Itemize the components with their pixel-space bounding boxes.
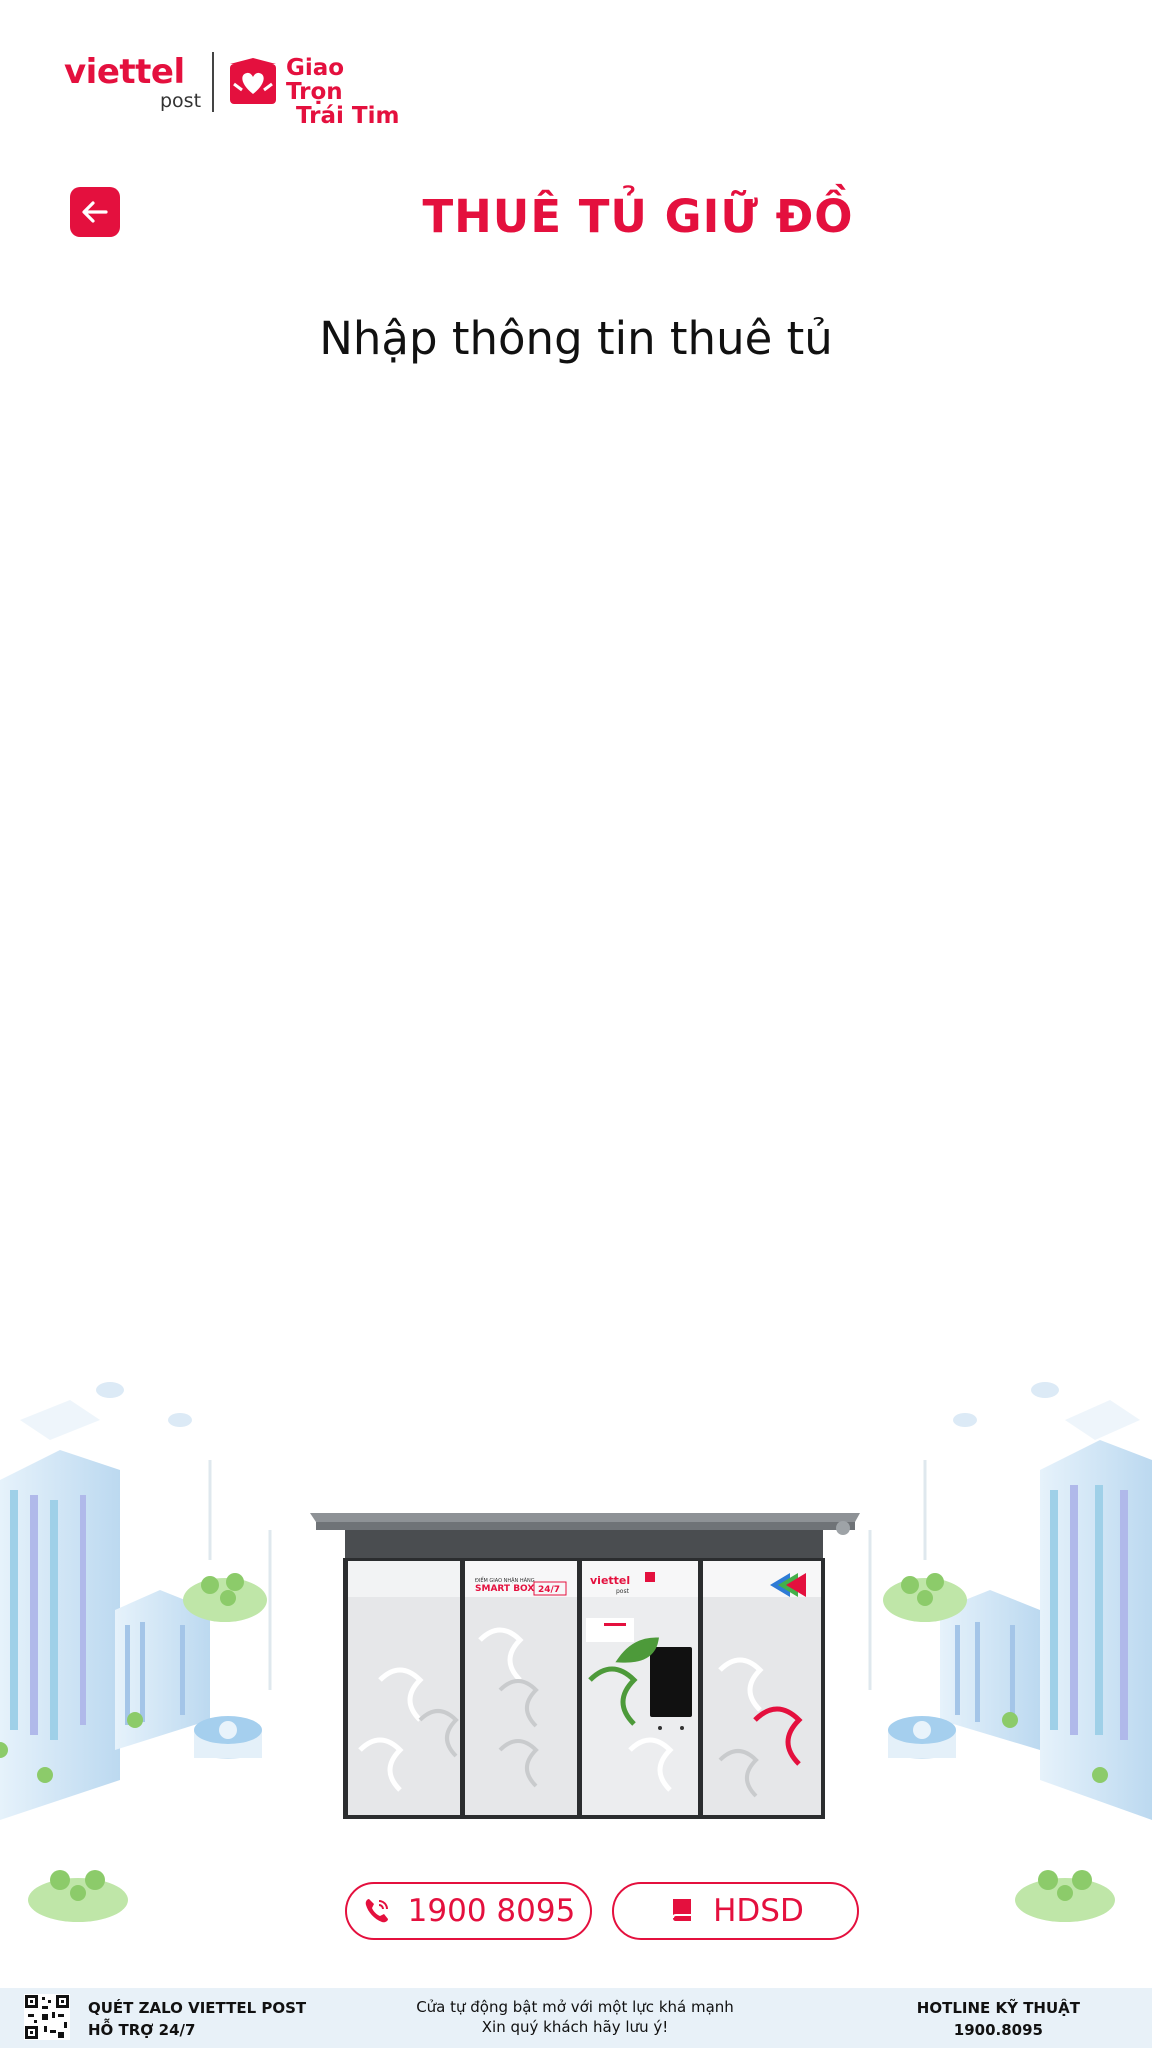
zalo-line1: QUÉT ZALO VIETTEL POST xyxy=(88,1999,307,2017)
logo-divider xyxy=(212,52,214,112)
hotline-label: 1900 8095 xyxy=(407,1893,576,1929)
hotline-number: 1900.8095 xyxy=(953,2021,1043,2039)
right-city-scenery xyxy=(868,1382,1152,1922)
hotline-button[interactable]: 1900 8095 xyxy=(345,1882,592,1940)
user-guide-button[interactable]: HDSD xyxy=(612,1882,859,1940)
locker-brand-name: viettel xyxy=(590,1574,630,1587)
zalo-support-text: QUÉT ZALO VIETTEL POST HỖ TRỢ 24/7 xyxy=(88,1997,306,2041)
left-city-scenery xyxy=(0,1382,272,1922)
heart-box-icon xyxy=(230,58,276,104)
page-title-text: THUÊ TỦ GIỮ ĐỒ xyxy=(422,190,854,243)
brand-tagline: Giao Trọn Trái Tim xyxy=(286,56,404,128)
door-warning-notice: Cửa tự động bật mở với một lực khá mạnh … xyxy=(360,1997,790,2037)
page-subtitle: Nhập thông tin thuê tủ xyxy=(319,312,833,365)
notice-line2: Xin quý khách hãy lưu ý! xyxy=(481,2018,669,2036)
tagline-line1: Giao Trọn xyxy=(286,55,345,105)
brand-name: viettel xyxy=(64,52,185,92)
footer-bar: QUÉT ZALO VIETTEL POST HỖ TRỢ 24/7 Cửa t… xyxy=(0,1988,1152,2048)
hotline-title: HOTLINE KỸ THUẬT xyxy=(916,1999,1080,2017)
locker-panel-badge: 24/7 xyxy=(538,1585,560,1595)
locker-brand-sub: post xyxy=(616,1588,630,1595)
technical-hotline: HOTLINE KỸ THUẬT 1900.8095 xyxy=(917,1997,1080,2041)
user-guide-label: HDSD xyxy=(713,1893,804,1929)
notice-line1: Cửa tự động bật mở với một lực khá mạnh xyxy=(416,1998,734,2016)
phone-icon xyxy=(365,1899,388,1923)
locker-panel-label: SMART BOX xyxy=(475,1584,534,1594)
brand-sub: post xyxy=(160,90,202,112)
page-title: THUÊ TỦ GIỮ ĐỒ xyxy=(0,190,1152,243)
book-icon xyxy=(672,1899,692,1921)
zalo-line2: HỖ TRỢ 24/7 xyxy=(88,2021,196,2039)
locker-panel-small-label: ĐIỂM GIAO NHẬN HÀNG xyxy=(475,1576,535,1584)
brand-logo: viettel post Giao Trọn Trái Tim xyxy=(64,50,404,128)
zalo-qr-code[interactable] xyxy=(24,1994,70,2040)
tagline-line2: Trái Tim xyxy=(296,103,400,129)
smart-locker: ĐIỂM GIAO NHẬN HÀNG SMART BOX 24/7 viett… xyxy=(310,1513,860,1819)
